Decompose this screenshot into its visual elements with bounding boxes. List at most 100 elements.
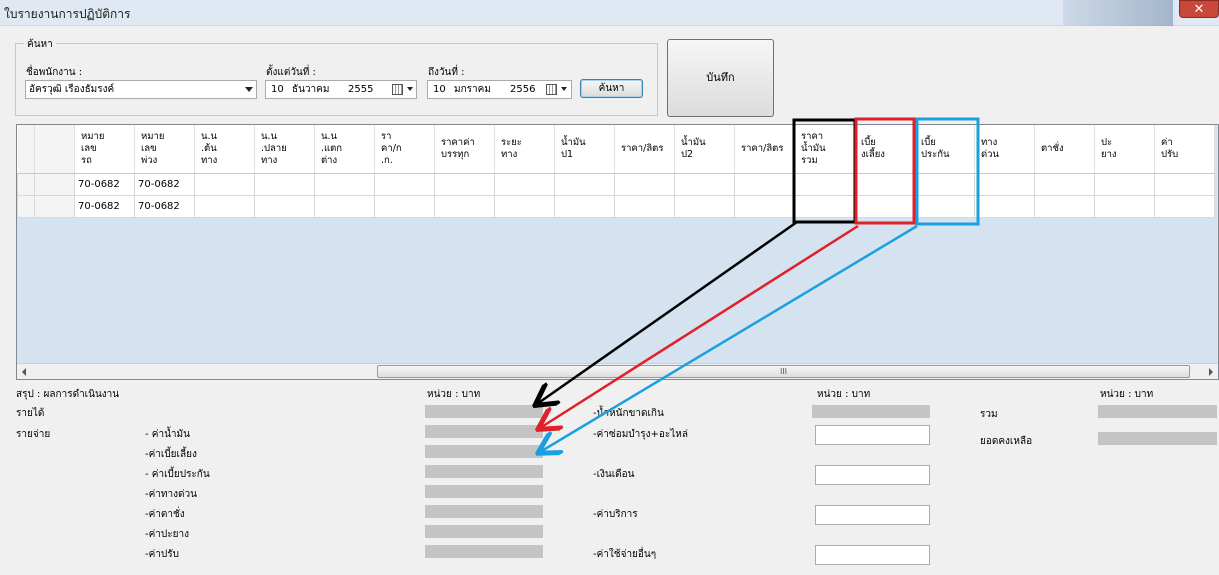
calendar-icon xyxy=(546,84,557,95)
service-input[interactable] xyxy=(815,505,930,525)
maintenance-input[interactable] xyxy=(815,425,930,445)
row-header[interactable] xyxy=(34,194,75,218)
table-cell[interactable] xyxy=(314,194,375,218)
column-header[interactable]: รา คา/ก .ก. xyxy=(374,125,435,174)
table-cell[interactable] xyxy=(1094,194,1155,218)
table-cell[interactable]: 70-0682 xyxy=(74,194,135,218)
column-header[interactable]: น.น .ต้น ทาง xyxy=(194,125,255,174)
table-cell[interactable] xyxy=(1154,172,1215,196)
scroll-right-icon[interactable] xyxy=(1209,368,1213,376)
expense-item-label: -ค่าตาชั่ง xyxy=(145,509,185,520)
toll-value xyxy=(425,485,543,498)
total-value xyxy=(1098,405,1217,418)
other-expense-input[interactable] xyxy=(815,545,930,565)
fuel-cost-value xyxy=(425,425,543,438)
table-cell[interactable] xyxy=(374,172,435,196)
column-header[interactable]: ทาง ด่วน xyxy=(974,125,1035,174)
column-header[interactable]: น.น .แตก ต่าง xyxy=(314,125,375,174)
table-cell[interactable] xyxy=(854,172,915,196)
tire-value xyxy=(425,525,543,538)
table-cell[interactable]: 70-0682 xyxy=(134,172,195,196)
operations-grid[interactable]: หมาย เลข รถ หมาย เลข พ่วง น.น .ต้น ทาง น.น … xyxy=(16,124,1219,380)
employee-select[interactable]: อัครวุฒิ เรืองธัมรงค์ xyxy=(25,80,257,99)
from-date-picker[interactable]: 10 ธันวาคม 2555 xyxy=(265,80,417,99)
table-cell[interactable] xyxy=(674,172,735,196)
table-cell[interactable] xyxy=(554,194,615,218)
table-cell[interactable] xyxy=(194,172,255,196)
expense-item-label: -ค่าปรับ xyxy=(145,549,179,560)
table-cell[interactable] xyxy=(974,172,1035,196)
table-cell[interactable] xyxy=(254,172,315,196)
table-cell[interactable] xyxy=(314,172,375,196)
other-expense-label: -ค่าใช้จ่ายอื่นๆ xyxy=(593,549,657,560)
table-row[interactable]: 70-0682 70-0682 xyxy=(17,194,1215,218)
column-header[interactable]: ระยะ ทาง xyxy=(494,125,555,174)
column-header[interactable]: ตาชั่ง xyxy=(1034,125,1095,174)
table-cell[interactable] xyxy=(614,194,675,218)
to-year: 2556 xyxy=(510,84,536,95)
column-header[interactable]: ราคา น้ำมัน รวม xyxy=(794,125,855,174)
background-window-blur xyxy=(1063,0,1173,26)
table-row[interactable]: 70-0682 70-0682 xyxy=(17,172,1215,196)
scroll-left-icon[interactable] xyxy=(22,368,26,376)
employee-label: ชื่อพนักงาน : xyxy=(26,67,83,78)
chevron-down-icon xyxy=(245,87,253,92)
table-cell[interactable] xyxy=(554,172,615,196)
to-date-label: ถึงวันที่ : xyxy=(428,67,465,78)
balance-label: ยอดคงเหลือ xyxy=(980,436,1033,447)
table-cell[interactable] xyxy=(914,172,975,196)
expense-item-label: - ค่าน้ำมัน xyxy=(145,429,190,440)
table-cell[interactable]: 70-0682 xyxy=(74,172,135,196)
column-header[interactable]: หมาย เลข รถ xyxy=(74,125,135,174)
column-header[interactable]: น้ำมัน ป1 xyxy=(554,125,615,174)
row-header[interactable] xyxy=(34,172,75,196)
row-header[interactable] xyxy=(17,172,35,196)
column-header[interactable]: ราคา/ลิตร xyxy=(734,125,795,174)
table-cell[interactable] xyxy=(1154,194,1215,218)
table-cell[interactable] xyxy=(614,172,675,196)
salary-input[interactable] xyxy=(815,465,930,485)
table-cell[interactable] xyxy=(854,194,915,218)
scroll-thumb[interactable]: III xyxy=(377,365,1190,378)
income-value xyxy=(425,405,543,418)
table-cell[interactable] xyxy=(734,194,795,218)
search-button[interactable]: ค้นหา xyxy=(580,79,643,98)
column-header[interactable]: น.น .ปลาย ทาง xyxy=(254,125,315,174)
service-label: -ค่าบริการ xyxy=(593,509,638,520)
column-header[interactable]: น้ำมัน ป2 xyxy=(674,125,735,174)
table-cell[interactable] xyxy=(1034,172,1095,196)
maintenance-label: -ค่าซ่อมบำรุง+อะไหล่ xyxy=(593,429,689,440)
from-day: 10 xyxy=(271,84,284,95)
column-header[interactable]: หมาย เลข พ่วง xyxy=(134,125,195,174)
table-cell[interactable] xyxy=(1094,172,1155,196)
table-cell[interactable] xyxy=(794,194,855,218)
save-button[interactable]: บันทึก xyxy=(667,39,774,117)
close-button[interactable]: ✕ xyxy=(1179,0,1219,18)
grid-table: หมาย เลข รถ หมาย เลข พ่วง น.น .ต้น ทาง น.น … xyxy=(17,125,1215,218)
column-header[interactable]: ปะ ยาง xyxy=(1094,125,1155,174)
table-cell[interactable] xyxy=(254,194,315,218)
table-cell[interactable] xyxy=(914,194,975,218)
row-header[interactable] xyxy=(17,194,35,218)
table-cell[interactable] xyxy=(734,172,795,196)
column-header[interactable]: ราคา/ลิตร xyxy=(614,125,675,174)
expense-item-label: -ค่าเบี้ยเลี้ยง xyxy=(145,449,197,460)
horizontal-scrollbar[interactable]: III xyxy=(17,363,1218,379)
table-cell[interactable] xyxy=(374,194,435,218)
table-cell[interactable] xyxy=(494,172,555,196)
table-cell[interactable]: 70-0682 xyxy=(134,194,195,218)
table-cell[interactable] xyxy=(1034,194,1095,218)
table-cell[interactable] xyxy=(434,194,495,218)
column-header[interactable]: เบี้ย งเลี้ยง xyxy=(854,125,915,174)
table-cell[interactable] xyxy=(194,194,255,218)
table-cell[interactable] xyxy=(794,172,855,196)
table-cell[interactable] xyxy=(494,194,555,218)
table-cell[interactable] xyxy=(434,172,495,196)
table-cell[interactable] xyxy=(674,194,735,218)
column-header[interactable]: ค่า ปรับ xyxy=(1154,125,1215,174)
table-cell[interactable] xyxy=(974,194,1035,218)
to-date-picker[interactable]: 10 มกราคม 2556 xyxy=(427,80,572,99)
column-header[interactable]: เบี้ย ประกัน xyxy=(914,125,975,174)
unit-label: หน่วย : บาท xyxy=(427,389,481,400)
column-header[interactable]: ราคาค่า บรรทุก xyxy=(434,125,495,174)
